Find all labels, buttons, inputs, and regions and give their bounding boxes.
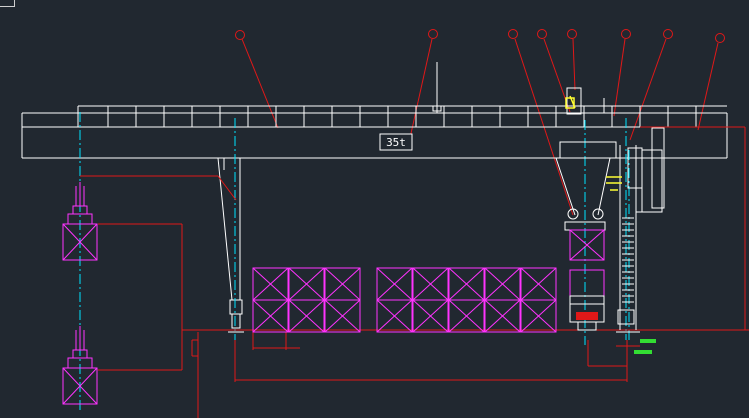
trolley-and-right-leg — [555, 87, 665, 333]
container-stacks — [252, 267, 557, 333]
balloon-1 — [235, 30, 245, 40]
centerlines — [79, 112, 630, 410]
left-leg — [217, 157, 244, 333]
capacity-label: 35t — [379, 133, 413, 151]
balloon-6 — [621, 29, 631, 39]
gantry-crane-elevation-drawing: 35t — [21, 29, 749, 418]
balloon-5 — [567, 29, 577, 39]
balloon-2 — [428, 29, 438, 39]
balloon-8 — [715, 33, 725, 43]
dimension-lines — [80, 126, 749, 382]
ground-line — [191, 332, 199, 418]
hoisted-container — [569, 229, 605, 297]
truck — [569, 295, 605, 331]
capacity-text: 35t — [386, 136, 406, 149]
balloon-4 — [537, 29, 547, 39]
balloon-7 — [663, 29, 673, 39]
cad-drawing-viewport[interactable]: 35t — [0, 0, 749, 418]
trolley-highlight — [565, 95, 622, 191]
main-girder — [21, 62, 728, 159]
balloon-3 — [508, 29, 518, 39]
balloon-leaders — [235, 29, 725, 216]
